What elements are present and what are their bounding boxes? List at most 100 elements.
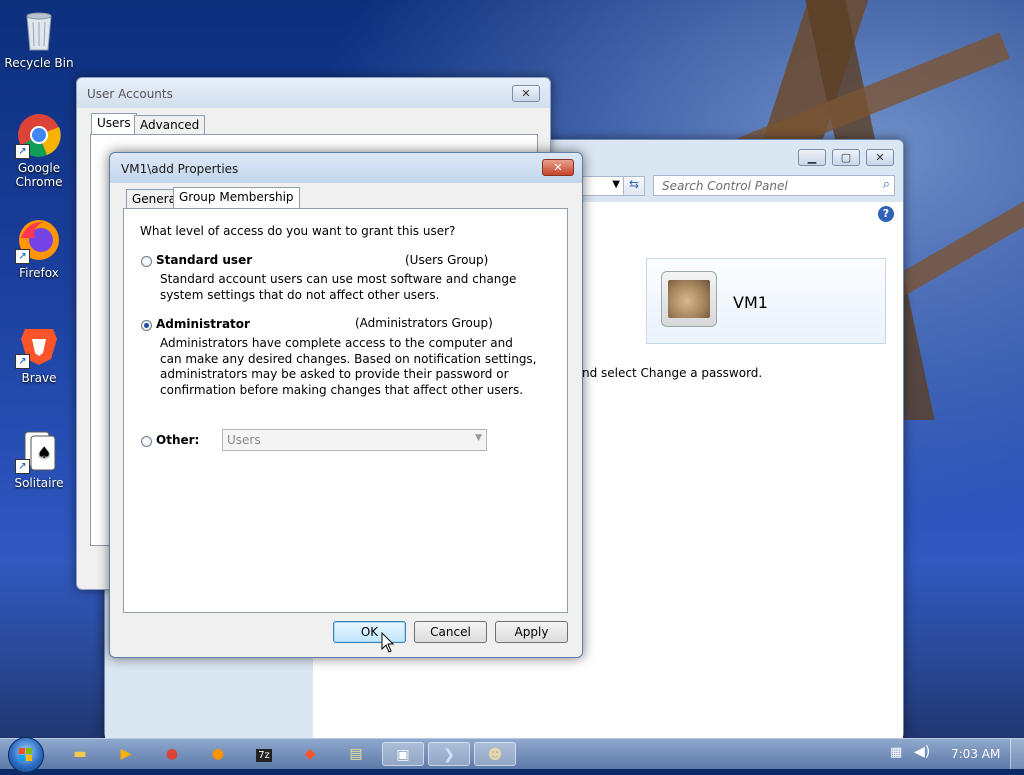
close-button[interactable]: ✕ xyxy=(866,149,894,166)
7zip-icon: 7z xyxy=(256,749,272,762)
administrators-group-label: (Administrators Group) xyxy=(355,316,493,330)
administrator-description: Administrators have complete access to t… xyxy=(160,336,537,398)
taskbar-media-player[interactable]: ▶ xyxy=(106,742,146,766)
powershell-icon: ❯ xyxy=(443,747,455,763)
notepad-icon: ▤ xyxy=(349,746,363,762)
chevron-down-icon: ▼ xyxy=(475,433,482,443)
desktop-icon-firefox[interactable]: ↗ Firefox xyxy=(2,218,76,280)
taskbar-notepad[interactable]: ▤ xyxy=(336,742,376,766)
brave-icon: ◆ xyxy=(304,746,316,762)
firefox-icon: ↗ xyxy=(15,218,61,264)
users-icon: ☻ xyxy=(487,747,503,763)
shortcut-arrow-icon: ↗ xyxy=(15,459,30,474)
window-title: User Accounts xyxy=(87,87,173,101)
description-line: system settings that do not affect other… xyxy=(160,287,440,302)
tab-group-membership[interactable]: Group Membership xyxy=(173,187,300,209)
select-value: Users xyxy=(227,433,261,447)
administrator-radio[interactable] xyxy=(141,320,152,331)
properties-dialog[interactable]: VM1\add Properties ✕ General Group Membe… xyxy=(109,152,583,658)
instruction-text: nd select Change a password. xyxy=(582,366,763,380)
other-radio[interactable] xyxy=(141,436,152,447)
brave-icon: ↗ xyxy=(15,323,61,369)
taskbar-powershell[interactable]: ❯ xyxy=(428,742,470,766)
user-name: VM1 xyxy=(733,293,768,312)
desktop-icon-recycle-bin[interactable]: Recycle Bin xyxy=(2,8,76,70)
dialog-title: VM1\add Properties xyxy=(121,162,239,176)
button-label: Cancel xyxy=(430,625,471,639)
desktop-icon-solitaire[interactable]: ♠ ↗ Solitaire xyxy=(2,428,76,490)
network-icon[interactable]: ▦ xyxy=(890,745,902,760)
description-line: confirmation before making changes that … xyxy=(160,382,524,397)
tab-label: Group Membership xyxy=(179,190,294,204)
taskbar-user-accounts[interactable]: ☻ xyxy=(474,742,516,766)
close-icon: ✕ xyxy=(553,161,563,174)
media-player-icon: ▶ xyxy=(120,746,132,762)
help-icon[interactable]: ? xyxy=(878,206,894,222)
tab-users[interactable]: Users xyxy=(91,113,137,135)
desktop-icon-brave[interactable]: ↗ Brave xyxy=(2,323,76,385)
standard-user-description: Standard account users can use most soft… xyxy=(160,272,516,303)
description-line: Standard account users can use most soft… xyxy=(160,272,517,286)
kitten-picture xyxy=(668,280,710,318)
desktop-icon-label: Google Chrome xyxy=(15,161,63,189)
clock[interactable]: 7:03 AM xyxy=(951,747,1000,761)
taskbar-firefox[interactable]: ● xyxy=(198,742,238,766)
svg-text:♠: ♠ xyxy=(37,443,51,462)
taskbar-7zip[interactable]: 7z xyxy=(244,742,284,766)
cancel-button[interactable]: Cancel xyxy=(414,621,487,643)
access-question: What level of access do you want to gran… xyxy=(140,224,456,238)
help-label: ? xyxy=(882,207,890,220)
search-box[interactable]: Search Control Panel ⌕ xyxy=(653,175,895,196)
taskbar-brave[interactable]: ◆ xyxy=(290,742,330,766)
desktop-icon-label: Solitaire xyxy=(14,476,64,490)
taskbar-chrome[interactable]: ● xyxy=(152,742,192,766)
user-tile[interactable]: VM1 xyxy=(646,258,886,344)
user-avatar xyxy=(661,271,717,327)
group-membership-panel: What level of access do you want to gran… xyxy=(123,208,568,613)
desktop-icon-label: Brave xyxy=(21,371,57,385)
tab-advanced[interactable]: Advanced xyxy=(134,115,206,135)
mouse-cursor-icon xyxy=(381,632,395,653)
apply-button[interactable]: Apply xyxy=(495,621,568,643)
desktop-icon-chrome[interactable]: ↗ Google Chrome xyxy=(2,113,76,189)
minimize-button[interactable]: ▁ xyxy=(798,149,826,166)
desktop-icon-label: Firefox xyxy=(19,266,59,280)
taskbar-explorer[interactable]: ▬ xyxy=(60,742,100,766)
chrome-icon: ● xyxy=(165,746,179,762)
show-desktop-button[interactable] xyxy=(1010,739,1024,769)
taskbar-remote-desktop[interactable]: ▣ xyxy=(382,742,424,766)
firefox-icon: ● xyxy=(211,746,225,762)
other-group-select[interactable]: Users ▼ xyxy=(222,429,487,451)
shortcut-arrow-icon: ↗ xyxy=(15,249,30,264)
close-button[interactable]: ✕ xyxy=(512,85,540,102)
standard-user-label[interactable]: Standard user xyxy=(156,253,252,267)
tab-label: Users xyxy=(97,116,131,130)
search-icon[interactable]: ⌕ xyxy=(883,177,890,192)
shortcut-arrow-icon: ↗ xyxy=(15,144,30,159)
button-label: Apply xyxy=(514,625,549,639)
desktop: Recycle Bin ↗ Google Chrome ↗ Firefox ↗ … xyxy=(0,0,1024,738)
maximize-button[interactable]: ▢ xyxy=(832,149,860,166)
other-label[interactable]: Other: xyxy=(156,433,199,447)
standard-user-radio[interactable] xyxy=(141,256,152,267)
volume-icon[interactable]: ◀) xyxy=(914,744,930,760)
desktop-icon-label: Recycle Bin xyxy=(4,56,74,70)
button-label: OK xyxy=(360,625,379,639)
taskbar: ▬ ▶ ● ● 7z ◆ ▤ ▣ ❯ ☻ ▦ ◀) 7:03 AM xyxy=(0,737,1024,773)
solitaire-icon: ♠ ↗ xyxy=(15,428,61,474)
folder-icon: ▬ xyxy=(73,746,87,762)
monitor-icon: ▣ xyxy=(396,747,410,763)
administrator-label[interactable]: Administrator xyxy=(156,317,250,331)
description-line: Administrators have complete access to t… xyxy=(160,336,513,350)
search-placeholder: Search Control Panel xyxy=(662,179,788,193)
dialog-close-button[interactable]: ✕ xyxy=(542,159,574,176)
refresh-button[interactable]: ⇆ xyxy=(623,176,645,196)
chevron-down-icon: ▼ xyxy=(612,179,620,190)
users-group-label: (Users Group) xyxy=(405,253,489,267)
close-icon: ✕ xyxy=(521,87,531,100)
refresh-icon: ⇆ xyxy=(628,177,640,191)
ok-button[interactable]: OK xyxy=(333,621,406,643)
recycle-bin-icon xyxy=(17,8,61,52)
windows-logo-icon xyxy=(19,748,32,761)
description-line: administrators may be asked to provide t… xyxy=(160,367,509,381)
